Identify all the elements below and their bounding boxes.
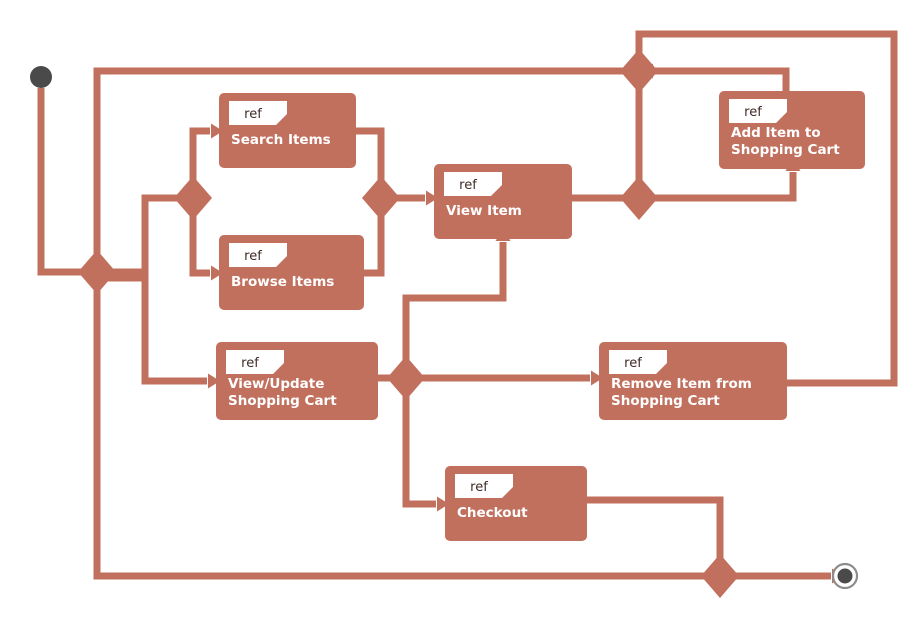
frame-label-line: View/Update bbox=[228, 376, 324, 392]
decision-node-branch-search-browse[interactable] bbox=[174, 176, 212, 220]
edge-line bbox=[364, 210, 385, 277]
decision-node-merge-search-browse[interactable] bbox=[362, 176, 400, 220]
edge-line bbox=[356, 127, 385, 187]
flow-edge-branch-after-cart-to-remove-item-from-shopping-cart bbox=[416, 370, 603, 386]
flow-edge-branch-search-browse-to-browse-items bbox=[189, 208, 223, 281]
decision-node-merge-left[interactable] bbox=[78, 250, 116, 294]
frame-label-line: Shopping Cart bbox=[731, 142, 840, 158]
ref-frame-remove-item-from-shopping-cart[interactable]: ref Remove Item fromShopping Cart bbox=[599, 342, 787, 420]
frame-label-line: Remove Item from bbox=[611, 376, 752, 392]
flow-edge-branch-search-browse-to-search-items bbox=[189, 123, 223, 188]
end-node-core-icon bbox=[837, 568, 853, 584]
ref-frame-search-items[interactable]: ref Search Items bbox=[219, 93, 356, 168]
flow-edge-add-item-to-shopping-cart-to-merge-top bbox=[641, 63, 790, 91]
ref-tag-label: ref bbox=[744, 105, 762, 120]
edge-line bbox=[189, 208, 210, 277]
frame-label-line: Search Items bbox=[231, 132, 331, 148]
flow-edge-merge-left-to-merge-final bbox=[93, 282, 723, 584]
flow-edge-remove-item-from-shopping-cart-to-merge-top bbox=[631, 30, 898, 387]
edge-line bbox=[654, 67, 790, 91]
ref-frame-view-update-shopping-cart[interactable]: ref View/UpdateShopping Cart bbox=[216, 342, 378, 420]
frame-label-line: Browse Items bbox=[231, 274, 334, 290]
edge-line bbox=[402, 388, 436, 508]
flow-edge-start-to-merge-left bbox=[37, 88, 101, 280]
ref-frame-view-item[interactable]: ref View Item bbox=[434, 164, 572, 239]
flow-edge-branch-after-cart-to-view-item bbox=[402, 229, 511, 368]
ref-tag-label: ref bbox=[459, 178, 477, 193]
decision-node-branch-after-view-item[interactable] bbox=[620, 176, 658, 220]
decision-diamond-icon bbox=[387, 356, 425, 400]
diagram-canvas-root: ref Search Items ref Browse Items ref View It… bbox=[0, 0, 923, 618]
decision-node-merge-final[interactable] bbox=[701, 554, 739, 598]
edge-line bbox=[635, 30, 898, 387]
decision-node-branch-after-cart[interactable] bbox=[387, 356, 425, 400]
edge-line bbox=[402, 242, 507, 368]
flow-edge-merge-final-to-end bbox=[730, 568, 844, 584]
frame-label-line: Checkout bbox=[457, 505, 528, 521]
start-node-icon bbox=[30, 66, 52, 88]
decision-diamond-icon bbox=[362, 176, 400, 220]
nodes-layer: ref Search Items ref Browse Items ref View It… bbox=[30, 49, 865, 598]
ref-tag-label: ref bbox=[470, 480, 488, 495]
ref-tag-label: ref bbox=[244, 249, 262, 264]
flow-edge-checkout-to-merge-final bbox=[587, 496, 728, 576]
ref-tag-label: ref bbox=[624, 356, 642, 371]
edge-line bbox=[107, 274, 207, 385]
edge-line bbox=[107, 194, 184, 276]
frame-label-line: Shopping Cart bbox=[611, 393, 720, 409]
edge-line bbox=[649, 172, 797, 202]
flow-edge-branch-after-cart-to-checkout bbox=[402, 388, 449, 512]
edge-line bbox=[587, 496, 724, 563]
edge-line bbox=[37, 88, 88, 276]
frame-label-line: Shopping Cart bbox=[228, 393, 337, 409]
ref-frame-checkout[interactable]: ref Checkout bbox=[445, 466, 587, 541]
decision-diamond-icon bbox=[701, 554, 739, 598]
initial-node bbox=[30, 66, 52, 88]
ref-tag-label: ref bbox=[241, 356, 259, 371]
decision-node-merge-top[interactable] bbox=[620, 49, 658, 93]
flow-edge-merge-left-to-view-update-shopping-cart bbox=[107, 274, 220, 389]
decision-diamond-icon bbox=[620, 49, 658, 93]
decision-diamond-icon bbox=[78, 250, 116, 294]
frame-label-line: Add Item to bbox=[731, 125, 821, 141]
interaction-overview-diagram: ref Search Items ref Browse Items ref View It… bbox=[30, 30, 898, 598]
ref-frame-add-item-to-shopping-cart[interactable]: ref Add Item toShopping Cart bbox=[719, 91, 865, 169]
decision-diamond-icon bbox=[620, 176, 658, 220]
ref-tag-label: ref bbox=[244, 107, 262, 122]
final-node bbox=[831, 562, 859, 590]
decision-diamond-icon bbox=[174, 176, 212, 220]
ref-frame-browse-items[interactable]: ref Browse Items bbox=[219, 235, 364, 310]
frame-label-line: View Item bbox=[446, 203, 522, 219]
